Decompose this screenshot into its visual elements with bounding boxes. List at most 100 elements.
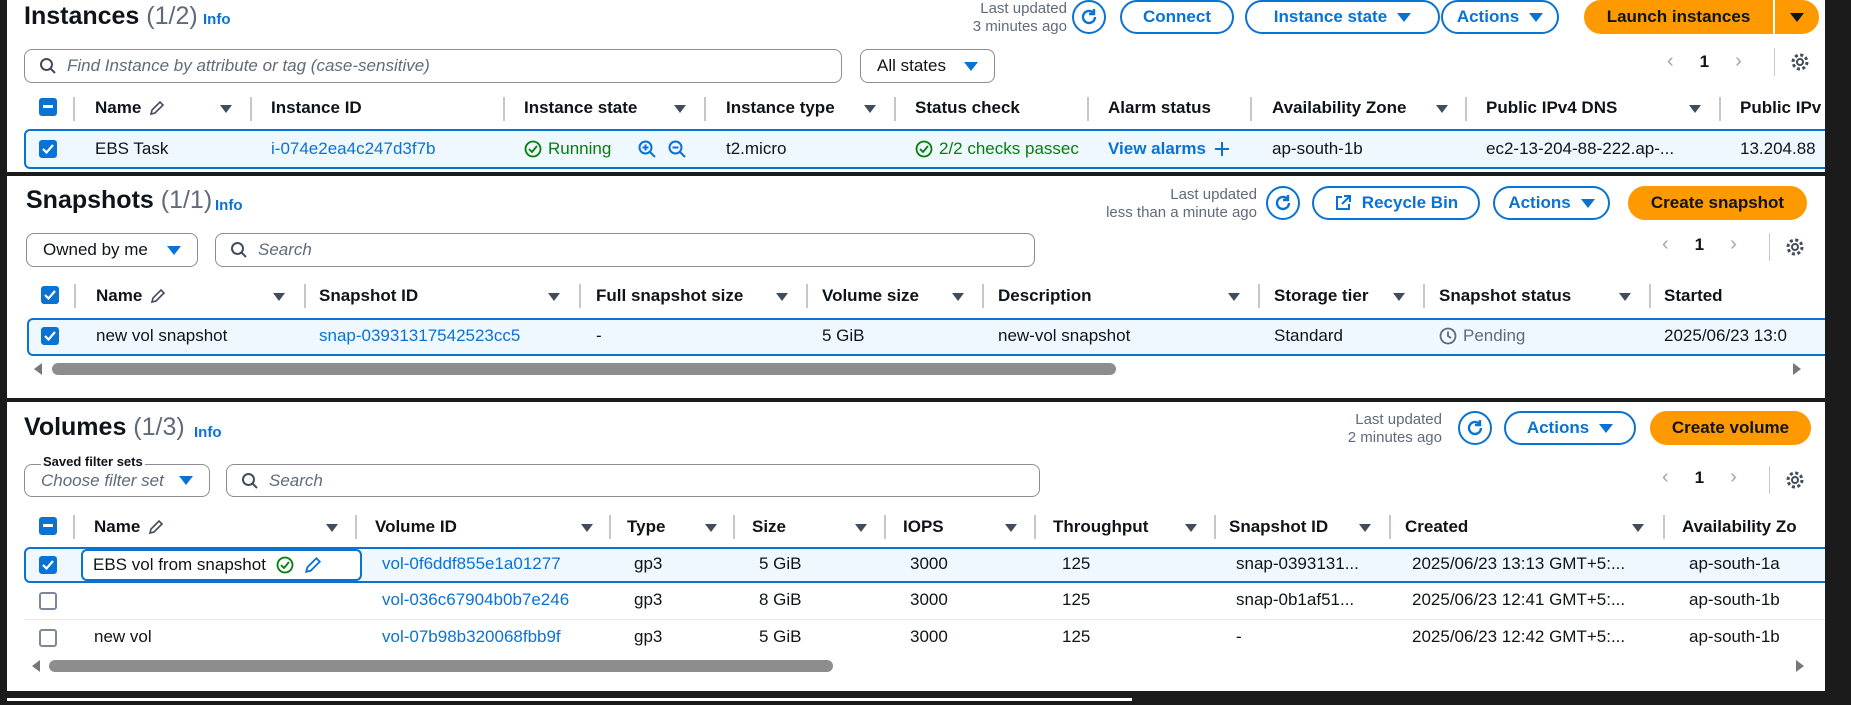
sort-icon[interactable] (1228, 293, 1240, 301)
sort-icon[interactable] (674, 105, 686, 113)
create-volume-button[interactable]: Create volume (1650, 411, 1811, 445)
sort-icon[interactable] (581, 524, 593, 532)
col-volume-id[interactable]: Volume ID (375, 517, 457, 537)
col-public-ip[interactable]: Public IPv (1740, 98, 1821, 118)
volumes-actions-dropdown[interactable]: Actions (1504, 411, 1636, 445)
instance-state-dropdown[interactable]: Instance state (1245, 0, 1440, 34)
select-all-checkbox[interactable] (39, 98, 57, 116)
zoom-out-icon[interactable] (667, 139, 687, 164)
select-all-checkbox[interactable] (41, 286, 59, 304)
prev-page-icon[interactable]: ‹ (1662, 233, 1669, 256)
row-checkbox[interactable] (39, 140, 57, 158)
volume-id-link[interactable]: vol-036c67904b0b7e246 (382, 590, 569, 610)
preferences-gear-icon[interactable] (1784, 236, 1806, 263)
sort-icon[interactable] (1619, 293, 1631, 301)
volume-id-link[interactable]: vol-0f6ddf855e1a01277 (382, 554, 561, 574)
instances-search-input[interactable]: Find Instance by attribute or tag (case-… (24, 49, 842, 83)
sort-icon[interactable] (776, 293, 788, 301)
instance-id-link[interactable]: i-074e2ea4c247d3f7b (271, 139, 435, 159)
horizontal-scrollbar-thumb[interactable] (52, 363, 1116, 375)
prev-page-icon[interactable]: ‹ (1662, 466, 1669, 489)
col-created[interactable]: Created (1405, 517, 1468, 537)
snapshot-row[interactable] (27, 318, 1825, 356)
sort-icon[interactable] (1185, 524, 1197, 532)
view-alarms-link[interactable]: View alarms (1108, 139, 1230, 159)
snapshot-id-link[interactable]: snap-03931317542523cc5 (319, 326, 520, 346)
col-instance-type[interactable]: Instance type (726, 98, 835, 118)
col-instance-state[interactable]: Instance state (524, 98, 637, 118)
col-volume-size[interactable]: Volume size (822, 286, 919, 306)
sort-icon[interactable] (855, 524, 867, 532)
row-checkbox[interactable] (39, 592, 57, 610)
col-snapshot-id[interactable]: Snapshot ID (319, 286, 418, 306)
connect-button[interactable]: Connect (1120, 0, 1234, 34)
scroll-right-icon[interactable] (1796, 660, 1804, 672)
preferences-gear-icon[interactable] (1789, 51, 1811, 78)
prev-page-icon[interactable]: ‹ (1667, 50, 1674, 73)
zoom-in-icon[interactable] (637, 139, 657, 164)
scroll-left-icon[interactable] (34, 363, 42, 375)
col-availability-zone[interactable]: Availability Zone (1272, 98, 1406, 118)
col-alarm-status[interactable]: Alarm status (1108, 98, 1211, 118)
instances-refresh-button[interactable] (1072, 0, 1106, 34)
col-name[interactable]: Name (96, 286, 166, 306)
create-snapshot-button[interactable]: Create snapshot (1628, 186, 1807, 220)
page-number[interactable]: 1 (1700, 52, 1709, 72)
sort-icon[interactable] (220, 105, 232, 113)
col-iops[interactable]: IOPS (903, 517, 944, 537)
scroll-right-icon[interactable] (1793, 363, 1801, 375)
states-filter-select[interactable]: All states (860, 49, 995, 83)
instances-actions-dropdown[interactable]: Actions (1441, 0, 1559, 34)
col-type[interactable]: Type (627, 517, 665, 537)
horizontal-scrollbar-thumb[interactable] (49, 660, 833, 672)
col-description[interactable]: Description (998, 286, 1092, 306)
next-page-icon[interactable]: › (1730, 233, 1737, 256)
col-size[interactable]: Size (752, 517, 786, 537)
owner-filter-select[interactable]: Owned by me (26, 233, 198, 267)
col-full-snapshot-size[interactable]: Full snapshot size (596, 286, 743, 306)
row-checkbox[interactable] (39, 629, 57, 647)
next-page-icon[interactable]: › (1730, 466, 1737, 489)
recycle-bin-button[interactable]: Recycle Bin (1312, 186, 1480, 220)
col-availability-zone[interactable]: Availability Zo (1682, 517, 1797, 537)
volumes-info-link[interactable]: Info (194, 424, 222, 441)
volumes-search-input[interactable]: Search (226, 464, 1040, 497)
col-name[interactable]: Name (94, 517, 164, 537)
row-checkbox[interactable] (39, 556, 57, 574)
sort-icon[interactable] (548, 293, 560, 301)
page-number[interactable]: 1 (1695, 468, 1704, 488)
col-name[interactable]: Name (95, 98, 165, 118)
sort-icon[interactable] (326, 524, 338, 532)
volumes-refresh-button[interactable] (1458, 411, 1492, 445)
volume-id-link[interactable]: vol-07b98b320068fbb9f (382, 627, 561, 647)
col-snapshot-status[interactable]: Snapshot status (1439, 286, 1571, 306)
sort-icon[interactable] (1359, 524, 1371, 532)
sort-icon[interactable] (1689, 105, 1701, 113)
sort-icon[interactable] (273, 293, 285, 301)
sort-icon[interactable] (705, 524, 717, 532)
next-page-icon[interactable]: › (1735, 50, 1742, 73)
snapshots-actions-dropdown[interactable]: Actions (1493, 186, 1610, 220)
sort-icon[interactable] (1632, 524, 1644, 532)
instances-info-link[interactable]: Info (203, 11, 231, 28)
launch-instances-menu-button[interactable] (1775, 0, 1819, 34)
sort-icon[interactable] (952, 293, 964, 301)
snapshots-search-input[interactable]: Search (215, 233, 1035, 267)
page-number[interactable]: 1 (1695, 235, 1704, 255)
name-edit-cell[interactable]: EBS vol from snapshot (81, 549, 362, 581)
snapshots-info-link[interactable]: Info (215, 197, 243, 214)
col-started[interactable]: Started (1664, 286, 1723, 306)
preferences-gear-icon[interactable] (1784, 469, 1806, 496)
launch-instances-button[interactable]: Launch instances (1584, 0, 1773, 34)
sort-icon[interactable] (1393, 293, 1405, 301)
sort-icon[interactable] (1005, 524, 1017, 532)
col-snapshot-id[interactable]: Snapshot ID (1229, 517, 1328, 537)
scroll-left-icon[interactable] (32, 660, 40, 672)
pencil-icon[interactable] (304, 556, 322, 574)
sort-icon[interactable] (1436, 105, 1448, 113)
sort-icon[interactable] (864, 105, 876, 113)
col-throughput[interactable]: Throughput (1053, 517, 1148, 537)
col-storage-tier[interactable]: Storage tier (1274, 286, 1368, 306)
row-checkbox[interactable] (41, 327, 59, 345)
col-instance-id[interactable]: Instance ID (271, 98, 362, 118)
